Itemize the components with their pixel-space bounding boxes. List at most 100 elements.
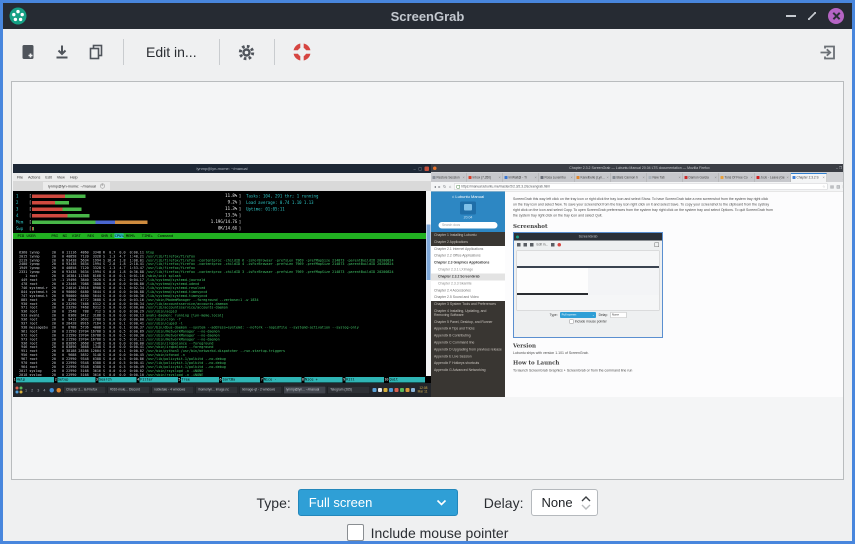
preview-docs-sidebar-item: Chapter 2.4 Accessories (431, 287, 505, 294)
preview-docs-sidebar-item: Chapter 2.3.3 Skanlite (431, 280, 505, 287)
preview-tab-close-icon: ✕ (714, 176, 717, 180)
preview-firefox-tab: Blais Cannon h ✕ (611, 173, 647, 182)
toolbar: Edit in... (3, 29, 852, 75)
preview-tab-close-icon: ✕ (750, 176, 753, 180)
preview-htop-summary: 1[ 11.8% ] 2[ (13, 191, 431, 233)
preview-lubuntu-book-logo (460, 202, 476, 215)
preview-tab-close-icon: ✕ (100, 184, 105, 189)
preview-quicklaunch-icon (56, 388, 61, 393)
preview-menu-item: File (17, 175, 23, 180)
delay-label: Delay: (484, 495, 524, 511)
preview-docs-brand: Lubuntu Manual (455, 195, 484, 200)
toolbar-separator (123, 39, 124, 65)
preview-reload-icon: ↻ (443, 184, 446, 189)
copy-button[interactable] (83, 37, 109, 67)
include-mouse-pointer-checkbox[interactable] (347, 524, 364, 541)
preview-firefox-tabbar: Restore Session ✕ Inbox (7,350) ✕ (431, 172, 844, 182)
save-button[interactable] (49, 37, 75, 67)
type-label: Type: (257, 495, 291, 511)
preview-docs-search-input: Search docs (439, 222, 498, 229)
preview-tab-favicon (505, 176, 508, 179)
preview-taskbar-task: /home/lyn... image.nc (196, 386, 239, 394)
preview-back-icon: ◂ (434, 184, 436, 189)
maximize-button[interactable] (805, 9, 819, 23)
preview-terminal-menubar: FileActionsEditViewHelp (13, 173, 431, 181)
minimize-button[interactable] (786, 15, 796, 17)
preview-tab-favicon (613, 176, 616, 179)
preview-firefox-tab: JoJo - Leave (Ge ✕ (755, 173, 791, 182)
preview-docs-sidebar-item: Appendix C Command line (431, 340, 505, 347)
preview-docs-sidebar-item: Chapter 2.5 Sound and Video (431, 294, 505, 301)
mini-gear-icon (551, 243, 555, 247)
function-key: 3Search (95, 376, 136, 383)
preview-tray-icon (378, 388, 382, 392)
mini-exit-icon (655, 243, 660, 248)
mini-pointer-label: Include mouse pointer (575, 320, 607, 324)
preview-docs-sidebar-item: Appendix A Tips and Tricks (431, 326, 505, 333)
help-button[interactable] (289, 37, 315, 67)
preview-docs-sidebar-header: ⌂ Lubuntu Manual 20.04 Search docs (431, 192, 505, 233)
preview-tray-icon (384, 388, 388, 392)
preview-heading-how-to-launch: How to Launch (513, 360, 836, 367)
preview-terminal-scrollbar (426, 191, 431, 376)
copy-icon (87, 43, 105, 61)
screengrab-window: ScreenGrab (0, 0, 855, 544)
preview-docs-sidebar-item: Chapter 2.3 Graphics Applications (431, 260, 505, 267)
function-key: 7Nice - (260, 376, 301, 383)
preview-tray-icon (411, 388, 415, 392)
preview-docs-sidebar-item: Chapter 2.3.1 LXImage (431, 267, 505, 274)
preview-firefox-navbar: ◂ ▸ ↻ ⌂ https://manual.lubuntu.me/master… (431, 182, 844, 192)
function-key: 2Setup (54, 376, 95, 383)
preview-tab-close-icon: ✕ (606, 176, 609, 180)
function-key: 9Kill (343, 376, 384, 383)
download-icon (53, 43, 71, 61)
preview-docs-sidebar: ⌂ Lubuntu Manual 20.04 Search docs Chapt… (431, 192, 505, 398)
preview-tab-favicon (793, 176, 796, 179)
mini-pointer-checkbox (569, 320, 573, 324)
delay-spinbox[interactable]: None (531, 489, 598, 516)
preview-system-tray (373, 388, 416, 392)
preview-firefox-titlebar: Chapter 2.3.2 ScreenGrab — Lubuntu Manua… (431, 164, 844, 172)
preview-heading-version: Version (513, 343, 836, 350)
preview-tab-close-icon: ✕ (462, 176, 465, 180)
preview-workspace-switcher: 1 2 3 4 (25, 388, 47, 393)
settings-button[interactable] (234, 37, 260, 67)
edit-in-button[interactable]: Edit in... (138, 44, 205, 60)
delay-spinbox-value: None (541, 495, 572, 510)
preview-menu-item: Edit (45, 175, 51, 180)
type-combobox[interactable]: Full screen (298, 489, 458, 516)
new-screenshot-button[interactable] (15, 37, 41, 67)
preview-docs-sidebar-item: Chapter 3 System Tools and Preferences (431, 301, 505, 308)
preview-tab-close-icon: ✕ (642, 176, 645, 180)
spin-up-icon[interactable] (581, 496, 591, 502)
preview-docs-version: 20.04 (435, 216, 501, 220)
preview-terminal-tabbar: lynmp@lyn-mome: ~/manual ✕ (13, 181, 431, 191)
preview-docs-sidebar-item: Appendix D Upgrading from previous relea… (431, 346, 505, 353)
preview-firefox-window: Chapter 2.3.2 ScreenGrab — Lubuntu Manua… (431, 164, 844, 397)
titlebar: ScreenGrab (3, 3, 852, 29)
preview-firefox-scrollbar (844, 192, 845, 398)
htop-uptime: Uptime: 01:05:11 (246, 206, 423, 213)
function-key: 1Help (13, 376, 54, 383)
preview-firefox-tab: Kanelbulle (Lyn Po ✕ (575, 173, 611, 182)
preview-tab-close-icon: ✕ (534, 176, 537, 180)
preview-term-maximize-icon: ▢ (418, 166, 422, 171)
capture-options-row: Type: Full screen Delay: None (3, 489, 852, 516)
quit-button[interactable] (814, 37, 840, 67)
preview-launch-text: To launch ScreenGrab Graphics ‣ ScreenGr… (513, 369, 836, 373)
close-button[interactable] (828, 8, 844, 24)
preview-embedded-screengrab-image: ScreenGrab Edit in... (513, 232, 663, 338)
preview-tab-close-icon: ✕ (822, 176, 825, 180)
toolbar-separator (219, 39, 220, 65)
mini-copy-icon (530, 243, 534, 247)
preview-docs-sidebar-item: Appendix E Live Session (431, 353, 505, 360)
spin-down-icon[interactable] (581, 504, 591, 510)
preview-menu-icon: ≡ (843, 184, 844, 189)
screenshot-preview-image: lynmp@lyn-mome: ~/manual – ▢ FileActions… (13, 164, 844, 397)
preview-terminal-title: lynmp@lyn-mome: ~/manual (13, 166, 431, 171)
preview-terminal-titlebar: lynmp@lyn-mome: ~/manual – ▢ (13, 164, 431, 173)
preview-taskbar-task: Chapter 2... la Firefox (63, 386, 106, 394)
preview-taskbar: 1 2 3 4 Chapter 2... la Firefox#010-mole… (13, 383, 431, 397)
include-mouse-pointer-label: Include mouse pointer (371, 525, 509, 541)
new-document-icon (19, 43, 37, 61)
